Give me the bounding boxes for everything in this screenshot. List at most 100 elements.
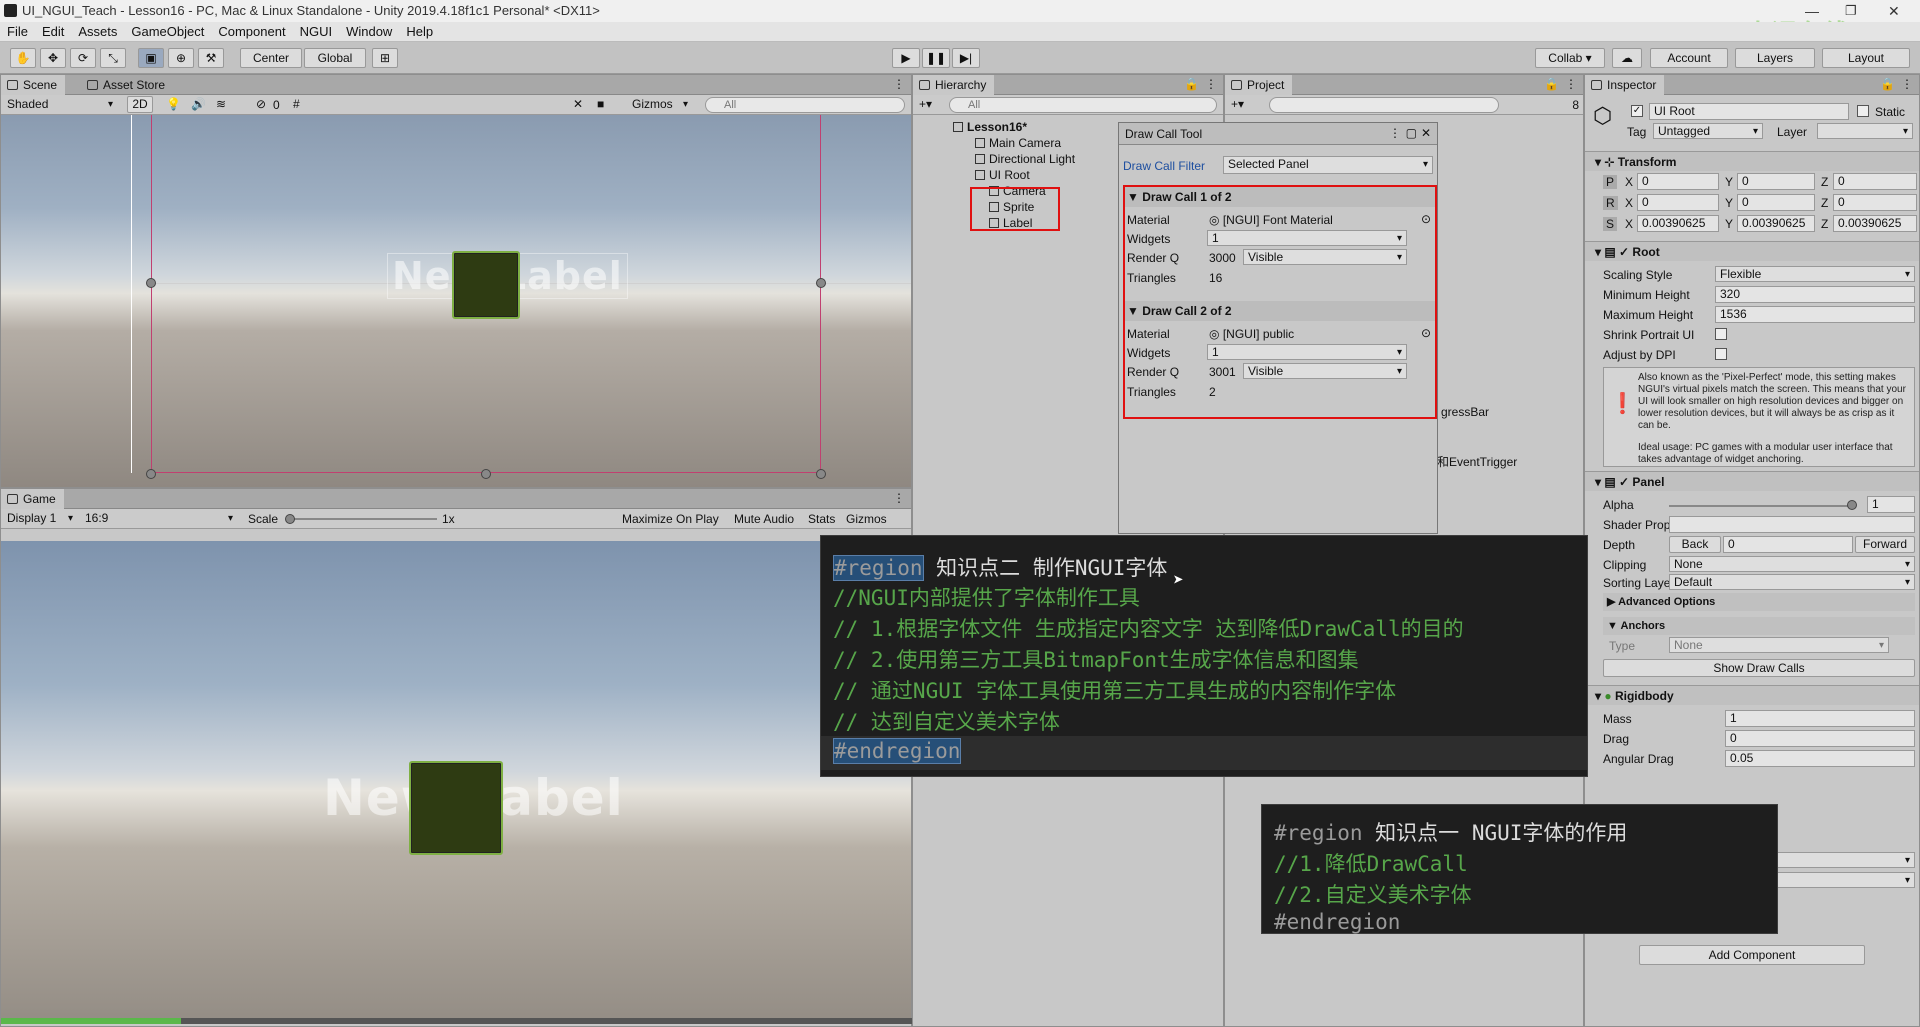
material-picker-icon[interactable]: ⊙: [1421, 326, 1431, 340]
camera-icon[interactable]: ■: [597, 97, 604, 111]
scene-search-input[interactable]: All: [705, 97, 905, 113]
menu-file[interactable]: File: [0, 22, 35, 42]
min-height-field[interactable]: 320: [1715, 286, 1915, 303]
panel-header[interactable]: ▾ ▤ ✓ Panel: [1585, 471, 1919, 491]
anchor-type-dropdown[interactable]: None: [1669, 637, 1889, 653]
hierarchy-lock-icon[interactable]: 🔒: [1184, 77, 1199, 91]
shrink-checkbox[interactable]: [1715, 328, 1727, 340]
menu-help[interactable]: Help: [399, 22, 440, 42]
hierarchy-item-main-camera[interactable]: Main Camera: [973, 135, 1061, 151]
hierarchy-search-input[interactable]: All: [949, 97, 1217, 113]
audio-icon[interactable]: 🔊: [191, 97, 206, 111]
menu-gameobject[interactable]: GameObject: [124, 22, 211, 42]
depth-forward-button[interactable]: Forward: [1855, 536, 1915, 553]
menu-edit[interactable]: Edit: [35, 22, 71, 42]
alpha-slider-track[interactable]: [1669, 505, 1849, 507]
snap-button[interactable]: ⊞: [372, 48, 398, 68]
project-search-input[interactable]: [1269, 97, 1499, 113]
draw-call-1-header[interactable]: ▼ Draw Call 1 of 2: [1125, 187, 1435, 207]
tab-hierarchy[interactable]: Hierarchy: [913, 75, 995, 95]
grid-icon[interactable]: #: [293, 97, 300, 111]
visibility-dropdown[interactable]: Visible: [1243, 249, 1407, 265]
scene-menu-icon[interactable]: ⋮: [893, 77, 905, 91]
draw-call-menu-icon[interactable]: ⋮: [1389, 126, 1401, 140]
angular-drag-field[interactable]: 0.05: [1725, 750, 1915, 767]
depth-back-button[interactable]: Back: [1669, 536, 1721, 553]
draw-call-maximize-icon[interactable]: ▢: [1406, 126, 1417, 140]
move-tool-button[interactable]: ✥: [40, 48, 66, 68]
cloud-button[interactable]: ☁: [1612, 48, 1642, 68]
scale-slider-track[interactable]: [289, 518, 437, 520]
anchor-handle[interactable]: [481, 469, 491, 479]
sorting-layer-dropdown[interactable]: Default: [1669, 574, 1915, 590]
position-y-field[interactable]: 0: [1737, 173, 1815, 190]
alpha-field[interactable]: 1: [1867, 496, 1915, 513]
material-value[interactable]: ◎ [NGUI] Font Material: [1209, 213, 1333, 227]
scene-sprite[interactable]: [452, 251, 520, 319]
anchor-handle[interactable]: [146, 469, 156, 479]
aspect-dropdown[interactable]: 16:9: [81, 511, 237, 527]
tab-asset-store[interactable]: Asset Store: [81, 75, 173, 95]
root-header[interactable]: ▾ ▤ ✓ Root: [1585, 241, 1919, 261]
global-button[interactable]: Global: [304, 48, 366, 68]
transform-header[interactable]: ▾ ⊹ Transform: [1585, 151, 1919, 171]
clipping-dropdown[interactable]: None: [1669, 556, 1915, 572]
mode-2d-button[interactable]: 2D: [127, 96, 153, 113]
shader-prop-field[interactable]: [1669, 516, 1915, 533]
anchors-foldout[interactable]: ▼ Anchors: [1603, 617, 1915, 635]
mass-field[interactable]: 1: [1725, 710, 1915, 727]
game-viewport[interactable]: New Label: [1, 541, 911, 1021]
hierarchy-menu-icon[interactable]: ⋮: [1205, 77, 1217, 91]
scene-viewport[interactable]: New Label: [1, 115, 911, 487]
rotation-z-field[interactable]: 0: [1833, 194, 1917, 211]
layer-dropdown[interactable]: [1817, 123, 1913, 139]
rotation-y-field[interactable]: 0: [1737, 194, 1815, 211]
pause-button[interactable]: ❚❚: [922, 48, 950, 68]
hand-tool-button[interactable]: ✋: [10, 48, 36, 68]
hierarchy-item-scene[interactable]: Lesson16*: [951, 119, 1027, 135]
hierarchy-item-directional-light[interactable]: Directional Light: [973, 151, 1075, 167]
draw-call-filter-dropdown[interactable]: Selected Panel: [1223, 156, 1433, 174]
hierarchy-item-ui-root[interactable]: UI Root: [973, 167, 1030, 183]
account-button[interactable]: Account: [1650, 48, 1728, 68]
scale-slider-handle[interactable]: [285, 514, 295, 524]
tools-icon[interactable]: ✕: [573, 97, 583, 111]
layout-button[interactable]: Layout: [1822, 48, 1910, 68]
scale-y-field[interactable]: 0.00390625: [1737, 215, 1815, 232]
mute-audio-button[interactable]: Mute Audio: [734, 512, 794, 526]
scale-x-field[interactable]: 0.00390625: [1637, 215, 1719, 232]
effects-icon[interactable]: ≋: [216, 97, 226, 111]
material-value[interactable]: ◎ [NGUI] public: [1209, 327, 1294, 341]
dpi-checkbox[interactable]: [1715, 348, 1727, 360]
tab-project[interactable]: Project: [1225, 75, 1293, 95]
stats-button[interactable]: Stats: [808, 512, 835, 526]
anchor-handle[interactable]: [146, 278, 156, 288]
game-menu-icon[interactable]: ⋮: [893, 491, 905, 505]
gizmos-dropdown[interactable]: Gizmos: [628, 97, 692, 113]
menu-assets[interactable]: Assets: [71, 22, 124, 42]
add-component-button[interactable]: Add Component: [1639, 945, 1865, 965]
show-draw-calls-button[interactable]: Show Draw Calls: [1603, 659, 1915, 677]
rotate-tool-button[interactable]: ⟳: [70, 48, 96, 68]
tab-game[interactable]: Game: [1, 489, 64, 509]
draw-call-close-icon[interactable]: ✕: [1421, 126, 1431, 140]
close-icon[interactable]: ✕: [1888, 0, 1900, 22]
max-height-field[interactable]: 1536: [1715, 306, 1915, 323]
static-checkbox[interactable]: [1857, 105, 1869, 117]
position-x-field[interactable]: 0: [1637, 173, 1719, 190]
layers-button[interactable]: Layers: [1735, 48, 1815, 68]
anchor-handle[interactable]: [816, 278, 826, 288]
project-lock-icon[interactable]: 🔒: [1544, 77, 1559, 91]
project-menu-icon[interactable]: ⋮: [1565, 77, 1577, 91]
position-z-field[interactable]: 0: [1833, 173, 1917, 190]
collab-button[interactable]: Collab ▾: [1535, 48, 1605, 68]
scale-z-field[interactable]: 0.00390625: [1833, 215, 1917, 232]
rotation-x-field[interactable]: 0: [1637, 194, 1719, 211]
tab-inspector[interactable]: Inspector: [1585, 75, 1665, 95]
shading-dropdown[interactable]: Shaded: [3, 97, 117, 113]
advanced-options-foldout[interactable]: ▶ Advanced Options: [1603, 593, 1915, 611]
inspector-lock-icon[interactable]: 🔒: [1880, 77, 1895, 91]
display-dropdown[interactable]: Display 1: [3, 511, 77, 527]
menu-window[interactable]: Window: [339, 22, 399, 42]
project-create-icon[interactable]: +▾: [1231, 97, 1244, 111]
